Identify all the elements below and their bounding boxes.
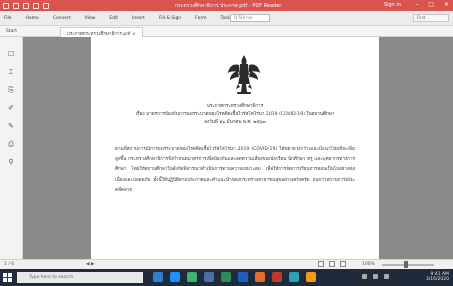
zoom-slider[interactable]	[382, 264, 434, 266]
right-side-area	[390, 37, 453, 264]
garuda-emblem-icon	[228, 55, 260, 94]
quick-access-toolbar	[0, 2, 49, 9]
left-navigation-panel: ☐ ⌶ ⎘ ✐ ✎ ⎙ ⚲	[0, 37, 23, 264]
two-page-view-icon[interactable]	[340, 261, 346, 267]
tab-form[interactable]: Form	[195, 16, 206, 21]
powerpoint-icon[interactable]	[255, 272, 265, 282]
taskbar-search-input[interactable]: Type here to search	[17, 272, 143, 283]
ribbon-tabs: File Home Convert View Edit Insert Fill …	[4, 16, 256, 21]
app-logo-icon	[3, 2, 9, 9]
tab-fill-sign[interactable]: Fill & Sign	[159, 16, 181, 21]
document-subject-line: เรื่อง มาตรการป้องกันการแพร่ระบาดของโรคต…	[135, 112, 335, 117]
tell-me-search-input[interactable]: Q Tell me	[230, 14, 270, 22]
network-icon[interactable]	[362, 274, 367, 279]
continuous-view-icon[interactable]	[329, 261, 335, 267]
bookmark-icon[interactable]: ⎘	[6, 85, 16, 95]
edge-browser-icon[interactable]	[170, 272, 180, 282]
document-tab-row: Start ประกาศกระทรวงศึกษาธิการ.pdf ×	[0, 26, 453, 37]
clock[interactable]: 9:41 AM 3/16/2020	[426, 272, 449, 282]
zoom-slider-thumb[interactable]	[404, 261, 408, 268]
sign-in-button[interactable]: Sign in	[384, 2, 401, 8]
store-icon[interactable]	[204, 272, 214, 282]
task-view-icon[interactable]	[153, 272, 163, 282]
document-heading: ประกาศกระทรวงศึกษาธิการ	[206, 104, 264, 109]
thumbnail-icon[interactable]: ✐	[6, 103, 16, 113]
page-number-indicator[interactable]: 1 / 6	[4, 262, 14, 267]
page-navigation-buttons[interactable]: ◀ ▶	[86, 262, 94, 267]
app-icon[interactable]	[306, 272, 316, 282]
language-icon[interactable]	[384, 274, 389, 279]
file-explorer-icon[interactable]	[187, 272, 197, 282]
undo-icon[interactable]	[43, 2, 49, 9]
document-body-paragraph: ตามที่สถานการณ์การแพร่ระบาดของโรคติดเชื้…	[115, 147, 355, 193]
ribbon-menu: File Home Convert View Edit Insert Fill …	[0, 11, 453, 26]
find-input[interactable]: Find	[413, 14, 449, 22]
single-page-view-icon[interactable]	[318, 261, 324, 267]
zoom-level[interactable]: 100%	[362, 262, 375, 267]
window-title: กระทรวงศึกษาธิการ ประกาศ.pdf - PDF Reade…	[175, 3, 282, 9]
tab-view[interactable]: View	[85, 16, 96, 21]
pdf-reader-taskbar-icon[interactable]	[272, 272, 282, 282]
tab-convert[interactable]: Convert	[53, 16, 71, 21]
tab-insert[interactable]: Insert	[132, 16, 145, 21]
chrome-icon[interactable]	[289, 272, 299, 282]
tab-edit[interactable]: Edit	[109, 16, 118, 21]
windows-taskbar: Type here to search 9:41 AM 3/16/2020	[0, 269, 453, 286]
pdf-page[interactable]: ประกาศกระทรวงศึกษาธิการ เรื่อง มาตรการป้…	[91, 37, 379, 264]
tab-current-document[interactable]: ประกาศกระทรวงศึกษาธิการ.pdf ×	[60, 27, 143, 37]
windows-start-icon[interactable]	[3, 273, 12, 282]
excel-icon[interactable]	[221, 272, 231, 282]
minimize-button[interactable]: –	[415, 1, 418, 8]
word-icon[interactable]	[238, 272, 248, 282]
close-button[interactable]: ✕	[444, 1, 449, 8]
title-bar: กระทรวงศึกษาธิการ ประกาศ.pdf - PDF Reade…	[0, 0, 453, 11]
status-bar: 1 / 6 ◀ ▶ 100%	[0, 259, 453, 269]
maximize-button[interactable]: □	[428, 1, 434, 8]
clock-date: 3/16/2020	[425, 277, 449, 282]
open-icon[interactable]	[13, 2, 19, 9]
start-tab[interactable]: Start	[6, 29, 17, 34]
document-date-line: ลงวันที่ ๑๖ มีนาคม พ.ศ. ๒๕๖๓	[204, 120, 266, 125]
window-controls: – □ ✕	[415, 1, 449, 8]
attachment-icon[interactable]: ⎙	[6, 139, 16, 149]
system-tray	[362, 274, 389, 279]
volume-icon[interactable]	[373, 274, 378, 279]
tab-home[interactable]: Home	[26, 16, 39, 21]
document-subject: เรื่อง มาตรการป้องกันการแพร่ระบาดของโรคต…	[111, 111, 359, 127]
hand-tool-icon[interactable]: ☐	[6, 49, 16, 59]
print-icon[interactable]	[33, 2, 39, 9]
pdf-reader-window: กระทรวงศึกษาธิการ ประกาศ.pdf - PDF Reade…	[0, 0, 453, 286]
search-panel-icon[interactable]: ⚲	[6, 157, 16, 167]
select-tool-icon[interactable]: ⌶	[6, 67, 16, 77]
save-icon[interactable]	[23, 2, 29, 9]
view-mode-buttons	[318, 261, 346, 267]
taskbar-apps	[153, 272, 316, 282]
document-viewport[interactable]: ประกาศกระทรวงศึกษาธิการ เรื่อง มาตรการป้…	[23, 37, 453, 264]
annotation-icon[interactable]: ✎	[6, 121, 16, 131]
tab-file[interactable]: File	[4, 16, 12, 21]
